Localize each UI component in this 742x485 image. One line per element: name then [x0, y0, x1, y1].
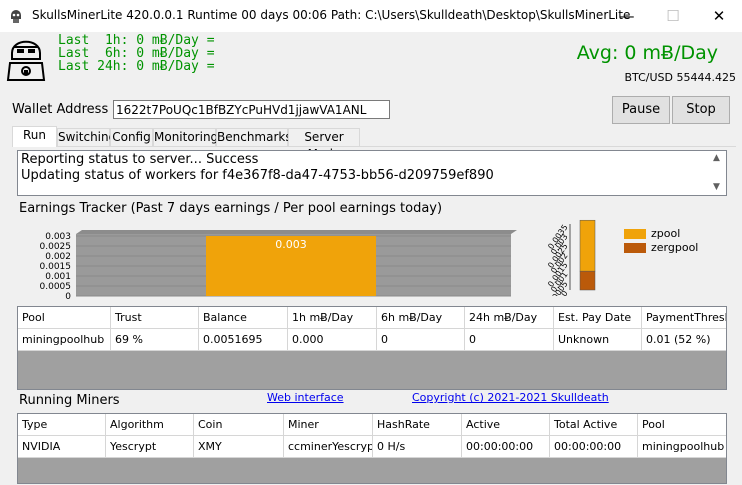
log-line: Reporting status to server... Success: [21, 152, 259, 167]
column-header[interactable]: 24h mɃ/Day: [465, 307, 554, 329]
legend-swatch-zpool: [624, 229, 646, 239]
type-cell: NVIDIA: [18, 436, 106, 458]
chart-back-top: [76, 230, 517, 234]
pay-date-cell: Unknown: [554, 329, 642, 351]
coin-cell: XMY: [194, 436, 284, 458]
log-line: Updating status of workers for f4e367f8-…: [21, 168, 494, 183]
active-cell: 00:00:00:00: [462, 436, 550, 458]
miner-cell: ccminerYescrypt: [284, 436, 373, 458]
tab-monitoring[interactable]: Monitoring: [153, 128, 218, 146]
running-miners-title: Running Miners: [19, 393, 120, 408]
legend-label-zpool: zpool: [651, 227, 681, 240]
legend-label-zergpool: zergpool: [651, 241, 699, 254]
tab-switching[interactable]: Switching: [57, 128, 116, 146]
y-tick-label: 0.001: [45, 272, 71, 282]
tab-run[interactable]: Run: [12, 126, 57, 147]
earnings-7day-chart: 0.0030.00250.0020.00150.0010.00050 0.003: [40, 230, 517, 302]
column-header[interactable]: Coin: [194, 414, 284, 436]
earnings-tracker-title: Earnings Tracker (Past 7 days earnings /…: [19, 201, 443, 216]
close-button[interactable]: ✕: [696, 0, 742, 32]
hacker-logo-icon: [6, 40, 46, 81]
skull-app-icon: [11, 10, 21, 23]
rate-1h-cell: 0.000: [288, 329, 377, 351]
column-header[interactable]: 1h mɃ/Day: [288, 307, 377, 329]
y-tick-label: 0.003: [45, 232, 71, 242]
copyright-link[interactable]: Copyright (c) 2021-2021 Skulldeath: [412, 391, 609, 404]
column-header[interactable]: Pool: [18, 307, 111, 329]
column-header[interactable]: HashRate: [373, 414, 462, 436]
window-title: SkullsMinerLite 420.0.0.1 Runtime 00 day…: [32, 8, 631, 22]
scroll-up-icon[interactable]: ▲: [713, 153, 720, 163]
pool-cell: miningpoolhub: [18, 329, 111, 351]
balance-cell: 0.0051695: [199, 329, 288, 351]
minimize-button[interactable]: —: [604, 0, 650, 32]
average-earnings: Avg: 0 mɃ/Day: [576, 42, 718, 64]
tab-benchmarks[interactable]: Benchmarks: [216, 128, 292, 146]
stat-24h: Last 24h: 0 mɃ/Day =: [58, 59, 215, 74]
y-tick-label: 0.002: [45, 252, 71, 262]
y-tick-label: 0.0015: [40, 262, 72, 272]
column-header[interactable]: Total Active: [550, 414, 638, 436]
wallet-address-label: Wallet Address: [12, 102, 109, 117]
stacked-bar-zergpool: [579, 270, 596, 291]
rate-6h-cell: 0: [377, 329, 465, 351]
y-tick-label: 0.0025: [40, 242, 72, 252]
column-header[interactable]: Trust: [111, 307, 199, 329]
pool-earnings-chart: 0.00350.0030.00250.0020.00150.0010.00050: [546, 219, 596, 296]
column-header[interactable]: Active: [462, 414, 550, 436]
log-scrollbar[interactable]: ▲ ▼: [709, 151, 726, 195]
column-header[interactable]: 6h mɃ/Day: [377, 307, 465, 329]
title-bar: SkullsMinerLite 420.0.0.1 Runtime 00 day…: [0, 0, 742, 32]
scroll-down-icon[interactable]: ▼: [713, 182, 720, 192]
stop-button[interactable]: Stop: [672, 96, 730, 124]
y-tick-label: 0.0005: [40, 282, 72, 292]
total-active-cell: 00:00:00:00: [550, 436, 638, 458]
payment-threshold-cell: 0.01 (52 %): [642, 329, 726, 351]
algorithm-cell: Yescrypt: [106, 436, 194, 458]
column-header[interactable]: PaymentThreshold: [642, 307, 726, 329]
pool-cell: miningpoolhub: [638, 436, 726, 458]
y-tick-label: 0: [65, 292, 71, 302]
rate-24h-cell: 0: [465, 329, 554, 351]
wallet-address-input[interactable]: 1622t7PoUQc1BfBZYcPuHVd1jjawVA1ANL: [113, 100, 390, 119]
column-header[interactable]: Pool: [638, 414, 726, 436]
stacked-bar-zpool: [579, 219, 596, 272]
maximize-button[interactable]: ☐: [650, 0, 696, 32]
column-header[interactable]: Algorithm: [106, 414, 194, 436]
legend-swatch-zergpool: [624, 243, 646, 253]
tab-server-mode[interactable]: Server Mode: [288, 128, 360, 161]
pause-button[interactable]: Pause: [612, 96, 670, 124]
hashrate-cell: 0 H/s: [373, 436, 462, 458]
bar-data-label: 0.003: [275, 238, 307, 251]
column-header[interactable]: Miner: [284, 414, 373, 436]
tab-config[interactable]: Config: [110, 128, 153, 146]
status-log[interactable]: Reporting status to server... Success Up…: [17, 150, 727, 196]
column-header[interactable]: Est. Pay Date: [554, 307, 642, 329]
trust-cell: 69 %: [111, 329, 199, 351]
column-header[interactable]: Balance: [199, 307, 288, 329]
btc-usd-rate: BTC/USD 55444.425: [624, 71, 737, 84]
pools-grid[interactable]: Pool Trust Balance 1h mɃ/Day 6h mɃ/Day 2…: [17, 306, 727, 390]
miners-grid[interactable]: Type Algorithm Coin Miner HashRate Activ…: [17, 413, 727, 484]
web-interface-link[interactable]: Web interface: [267, 391, 344, 404]
column-header[interactable]: Type: [18, 414, 106, 436]
